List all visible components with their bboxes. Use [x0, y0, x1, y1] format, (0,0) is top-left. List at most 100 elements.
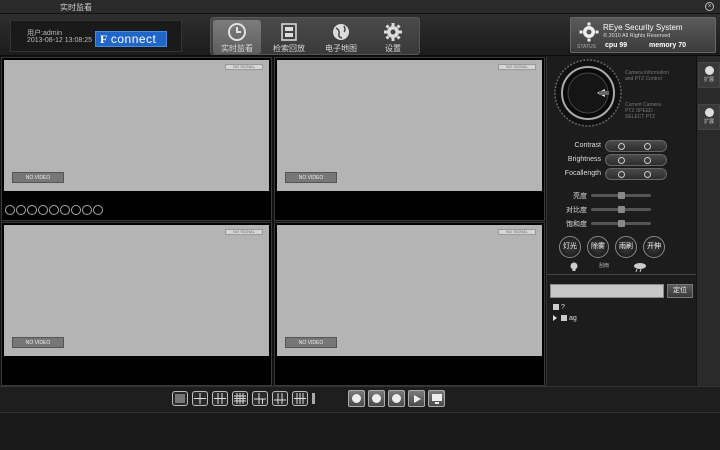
system-name: REye Security System — [603, 23, 683, 32]
device-search-input[interactable] — [550, 284, 664, 298]
mode-defog-button[interactable]: 除雾 — [587, 236, 609, 258]
status-area — [0, 412, 720, 450]
nav-live-view[interactable]: 实时监看 — [213, 20, 261, 54]
layout-12-button[interactable] — [292, 391, 308, 406]
tree-node[interactable]: ag — [553, 315, 577, 322]
ptz-info-line: SELECT PTZ — [625, 114, 656, 120]
slider-knob[interactable] — [617, 206, 625, 213]
layout-16-icon — [234, 393, 246, 404]
slider-track[interactable] — [591, 220, 651, 227]
layout-16-button[interactable] — [232, 391, 248, 406]
layout-6-button[interactable] — [212, 391, 228, 406]
focal-minus-icon[interactable] — [618, 171, 625, 178]
layout-9-icon — [274, 393, 286, 404]
window-title: 实时监看 — [60, 3, 92, 12]
video-screen[interactable]: NO SIGNAL NO VIDEO — [277, 225, 542, 356]
brightness-control[interactable] — [605, 154, 667, 166]
video-stamp: NO SIGNAL — [498, 64, 536, 70]
slider-track[interactable] — [591, 206, 651, 213]
expand-icon — [704, 66, 714, 75]
mode-extend-button[interactable]: 开伸 — [643, 236, 665, 258]
film-icon — [281, 23, 297, 41]
focallength-label: Focallength — [564, 170, 601, 177]
weather-label: 刮雨 — [599, 263, 610, 269]
video-screen[interactable]: NO SIGNAL NO VIDEO — [4, 60, 269, 191]
connect-prefix: F — [100, 32, 108, 46]
focallength-control[interactable] — [605, 168, 667, 180]
locate-button[interactable]: 定位 — [667, 284, 693, 298]
ptz-info-top: Camera information and PTZ Control — [625, 70, 669, 82]
record-icon[interactable] — [27, 205, 37, 215]
brightness-plus-icon[interactable] — [644, 157, 651, 164]
zoom-icon[interactable] — [49, 205, 59, 215]
nav-emap[interactable]: 电子地图 — [317, 20, 365, 54]
slider-track[interactable] — [591, 192, 651, 199]
monitor-icon — [432, 394, 442, 404]
video-stamp: NO SIGNAL — [498, 229, 536, 235]
mode-light-button[interactable]: 灯光 — [559, 236, 581, 258]
cloud-rain-icon[interactable] — [633, 262, 647, 272]
contrast-plus-icon[interactable] — [644, 143, 651, 150]
connect-label: connect — [110, 32, 157, 46]
nav-playback[interactable]: 检索回放 — [265, 20, 313, 54]
focal-plus-icon[interactable] — [644, 171, 651, 178]
contrast-control[interactable] — [605, 140, 667, 152]
side-strip: 扩展 扩展 — [696, 56, 720, 386]
cpu-value: 99 — [619, 42, 628, 49]
contrast-row: Contrast — [547, 140, 697, 152]
volume-icon[interactable] — [5, 205, 15, 215]
brightness-label: Brightness — [567, 156, 601, 163]
nav-settings[interactable]: 设置 — [369, 20, 417, 54]
slider-knob[interactable] — [617, 220, 625, 227]
video-cell[interactable]: NO SIGNAL NO VIDEO — [1, 222, 272, 386]
folder-icon — [561, 315, 567, 322]
lightbulb-icon[interactable] — [569, 262, 579, 272]
record-all-button[interactable] — [348, 390, 365, 407]
close-video-icon[interactable] — [93, 205, 103, 215]
video-cell[interactable]: NO SIGNAL NO VIDEO — [1, 57, 272, 221]
fullscreen-icon[interactable] — [82, 205, 92, 215]
connect-button[interactable]: Fconnect — [95, 31, 167, 47]
gear-icon — [579, 22, 599, 42]
play-icon — [414, 395, 421, 403]
layout-9-button[interactable] — [272, 391, 288, 406]
expand-arrow-icon[interactable] — [553, 315, 557, 322]
slider-knob[interactable] — [617, 192, 625, 199]
stop-icon[interactable] — [60, 205, 70, 215]
stop-all-button[interactable] — [388, 390, 405, 407]
globe-icon — [333, 24, 349, 40]
layout-1-icon — [175, 394, 185, 403]
slider-row: 饱和度 — [547, 218, 697, 228]
layout-1-button[interactable] — [172, 391, 188, 406]
layout-more-icon[interactable] — [312, 393, 315, 404]
ptz-icon[interactable] — [71, 205, 81, 215]
snapshot-icon[interactable] — [38, 205, 48, 215]
brightness-minus-icon[interactable] — [618, 157, 625, 164]
mode-wiper-button[interactable]: 雨刷 — [615, 236, 637, 258]
focallength-row: Focallength — [547, 168, 697, 180]
slider-row: 对比度 — [547, 204, 697, 214]
video-cell[interactable]: NO SIGNAL NO VIDEO — [274, 222, 545, 386]
layout-4-button[interactable] — [192, 391, 208, 406]
snapshot-all-button[interactable] — [368, 390, 385, 407]
no-video-label: NO VIDEO — [12, 172, 64, 183]
layout-12-icon — [294, 393, 306, 404]
side-expand-button[interactable]: 扩展 — [698, 62, 720, 88]
video-cell[interactable]: NO SIGNAL NO VIDEO — [274, 57, 545, 221]
phone-icon[interactable] — [16, 205, 26, 215]
video-screen[interactable]: NO SIGNAL NO VIDEO — [4, 225, 269, 356]
layout-4-icon — [194, 393, 206, 404]
layout-8-button[interactable] — [252, 391, 268, 406]
tree-root[interactable]: ? — [553, 304, 565, 311]
no-video-label: NO VIDEO — [285, 337, 337, 348]
memory-readout: memory 70 — [649, 42, 686, 49]
brightness-row: Brightness — [547, 154, 697, 166]
ptz-dial[interactable] — [553, 58, 623, 128]
video-screen[interactable]: NO SIGNAL NO VIDEO — [277, 60, 542, 191]
contrast-minus-icon[interactable] — [618, 143, 625, 150]
nav-label: 设置 — [385, 44, 401, 53]
close-icon[interactable]: × — [705, 2, 714, 11]
side-expand-button[interactable]: 扩展 — [698, 104, 720, 130]
play-button[interactable] — [408, 390, 425, 407]
monitor-button[interactable] — [428, 390, 445, 407]
